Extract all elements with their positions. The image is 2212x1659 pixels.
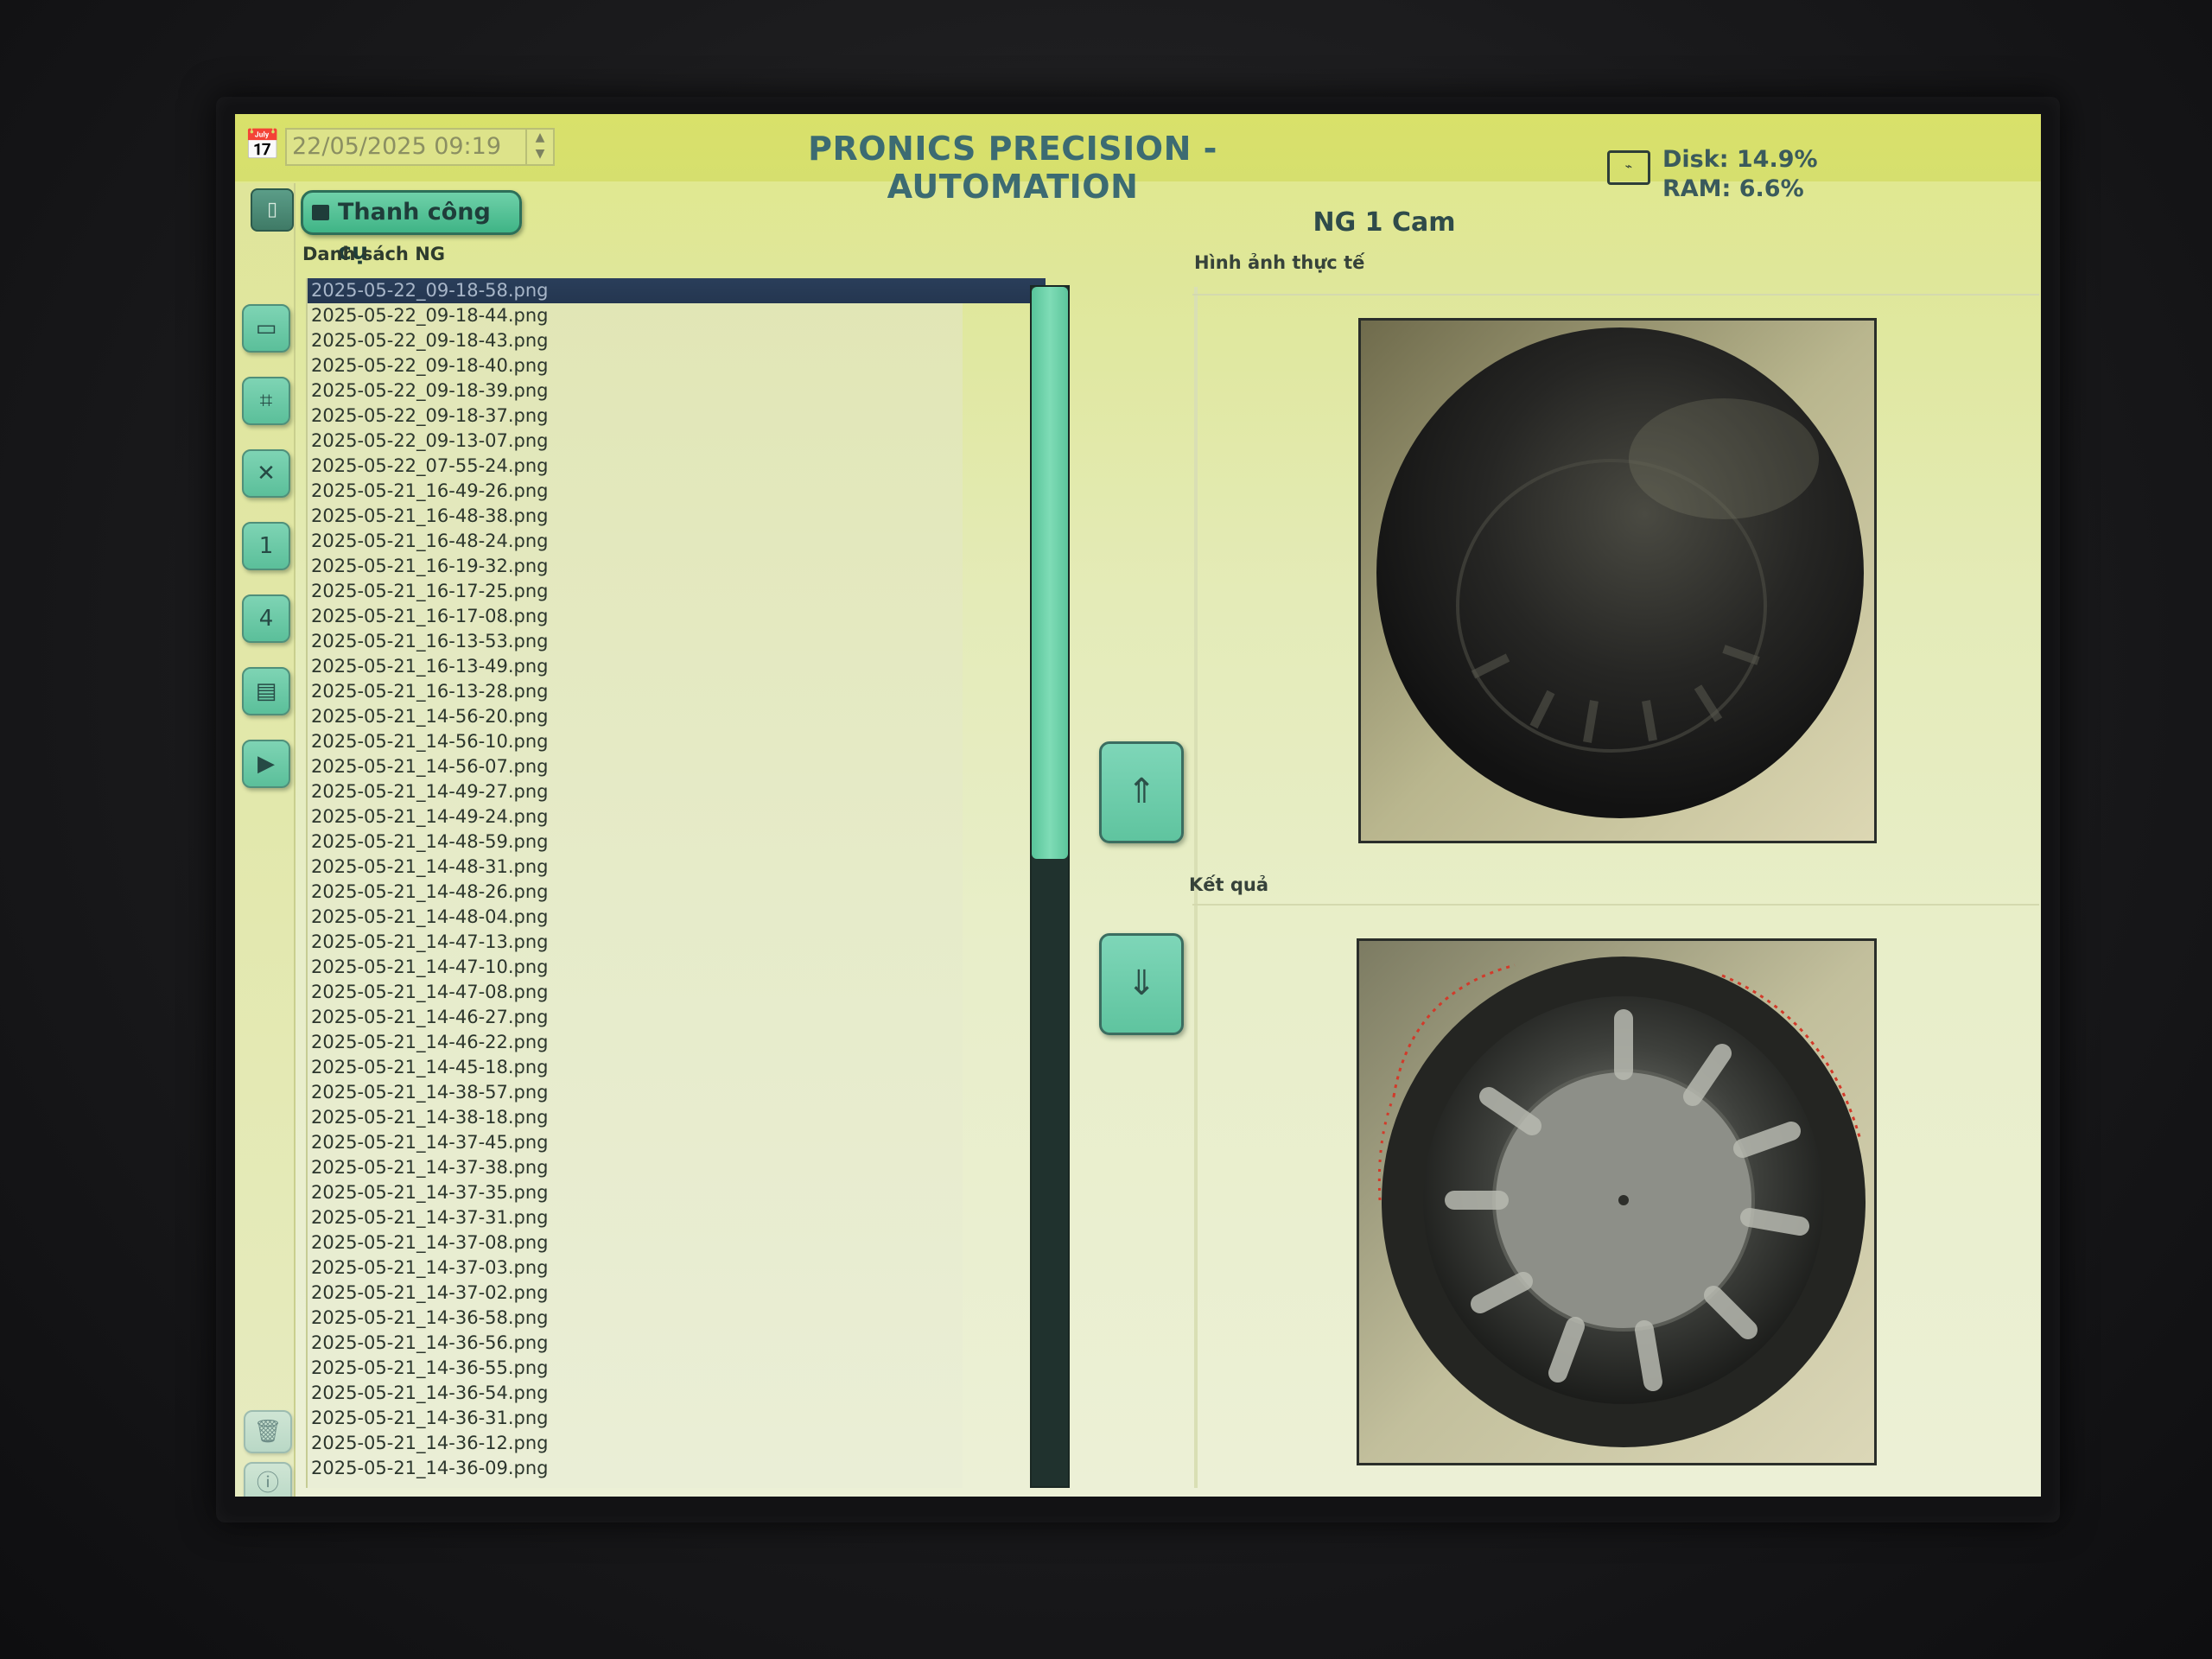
- camera-4-icon[interactable]: 4: [242, 594, 290, 643]
- list-item[interactable]: 2025-05-22_09-18-58.png: [308, 278, 1046, 303]
- list-item[interactable]: 2025-05-21_16-13-49.png: [308, 654, 963, 679]
- actual-part-photo: [1361, 321, 1874, 841]
- list-item[interactable]: 2025-05-21_14-48-59.png: [308, 830, 963, 855]
- list-item[interactable]: 2025-05-21_14-37-31.png: [308, 1205, 963, 1230]
- double-chevron-up-icon: ⇑: [1127, 772, 1156, 811]
- list-item[interactable]: 2025-05-21_16-49-26.png: [308, 479, 963, 504]
- left-icon-rail: ▭ ⌗ ✕ 1 4 ▤ ▶ 🗑 ⓘ ⇥: [235, 183, 296, 1497]
- list-item[interactable]: 2025-05-21_14-46-27.png: [308, 1005, 963, 1030]
- list-item[interactable]: 2025-05-21_16-48-24.png: [308, 529, 963, 554]
- divider: [1192, 294, 2039, 296]
- list-item[interactable]: 2025-05-21_14-37-45.png: [308, 1130, 963, 1155]
- double-chevron-down-icon: ⇓: [1127, 963, 1156, 1003]
- list-item[interactable]: 2025-05-21_14-38-57.png: [308, 1080, 963, 1105]
- scroll-up-button[interactable]: ⇑: [1099, 741, 1184, 843]
- list-item[interactable]: 2025-05-21_16-48-38.png: [308, 504, 963, 529]
- toolbar-button[interactable]: Thanh công cụ: [301, 190, 522, 265]
- list-item[interactable]: 2025-05-21_14-37-08.png: [308, 1230, 963, 1255]
- scrollbar-thumb[interactable]: [1032, 287, 1068, 859]
- list-item[interactable]: 2025-05-21_16-19-32.png: [308, 554, 963, 579]
- calendar-clock-icon: 📅: [244, 128, 282, 162]
- actual-image-label: Hình ảnh thực tế: [1194, 252, 1365, 273]
- result-image: [1357, 938, 1877, 1465]
- list-item[interactable]: 2025-05-22_09-13-07.png: [308, 429, 963, 454]
- calculator-icon[interactable]: ▤: [242, 667, 290, 715]
- monitor-stats-icon: ⌁: [1607, 150, 1650, 185]
- camera-1-icon[interactable]: 1: [242, 522, 290, 570]
- list-item[interactable]: 2025-05-21_14-37-38.png: [308, 1155, 963, 1180]
- trash-icon[interactable]: 🗑: [244, 1410, 292, 1453]
- header-bar: 📅 22/05/2025 09:19 ▲ ▼ PRONICS PRECISION …: [235, 114, 2041, 206]
- list-item[interactable]: 2025-05-21_14-36-12.png: [308, 1431, 963, 1456]
- list-label: Danh sách NG: [302, 244, 446, 264]
- result-part-photo: [1359, 941, 1874, 1463]
- list-item[interactable]: 2025-05-21_14-48-26.png: [308, 880, 963, 905]
- list-items: 2025-05-22_09-18-58.png 2025-05-22_09-18-…: [308, 278, 1046, 1481]
- result-label: Kết quả: [1189, 874, 1269, 895]
- list-item[interactable]: 2025-05-21_14-36-09.png: [308, 1456, 963, 1481]
- list-item[interactable]: 2025-05-21_16-13-53.png: [308, 629, 963, 654]
- playback-icon[interactable]: ▶: [242, 740, 290, 788]
- ng-file-list[interactable]: 2025-05-22_09-18-58.png 2025-05-22_09-18-…: [306, 278, 1046, 1488]
- list-item[interactable]: 2025-05-21_14-37-35.png: [308, 1180, 963, 1205]
- toolbar-toggle[interactable]: ▯: [251, 188, 294, 232]
- list-item[interactable]: 2025-05-21_14-36-58.png: [308, 1306, 963, 1331]
- list-item[interactable]: 2025-05-21_14-36-31.png: [308, 1406, 963, 1431]
- datetime-spinner[interactable]: ▲ ▼: [525, 130, 553, 164]
- scan-frame-icon[interactable]: ⌗: [242, 377, 290, 425]
- list-item[interactable]: 2025-05-21_14-45-18.png: [308, 1055, 963, 1080]
- hmi-screen: 📅 22/05/2025 09:19 ▲ ▼ PRONICS PRECISION …: [235, 114, 2041, 1497]
- list-item[interactable]: 2025-05-21_14-48-04.png: [308, 905, 963, 930]
- list-item[interactable]: 2025-05-21_14-49-24.png: [308, 804, 963, 830]
- list-item[interactable]: 2025-05-22_09-18-44.png: [308, 303, 963, 328]
- list-item[interactable]: 2025-05-21_14-37-02.png: [308, 1281, 963, 1306]
- monitor-icon[interactable]: ▭: [242, 304, 290, 353]
- list-item[interactable]: 2025-05-22_09-18-37.png: [308, 404, 963, 429]
- actual-image: [1358, 318, 1877, 843]
- datetime-value: 22/05/2025 09:19: [292, 133, 502, 160]
- list-item[interactable]: 2025-05-21_16-17-25.png: [308, 579, 963, 604]
- info-icon[interactable]: ⓘ: [244, 1462, 292, 1497]
- list-item[interactable]: 2025-05-22_09-18-40.png: [308, 353, 963, 378]
- disk-usage: Disk: 14.9%: [1662, 146, 1818, 173]
- list-item[interactable]: 2025-05-22_09-18-43.png: [308, 328, 963, 353]
- square-icon: [312, 205, 329, 220]
- list-item[interactable]: 2025-05-21_14-48-31.png: [308, 855, 963, 880]
- list-item[interactable]: 2025-05-21_16-17-08.png: [308, 604, 963, 629]
- list-item[interactable]: 2025-05-21_14-37-03.png: [308, 1255, 963, 1281]
- shrink-arrows-icon[interactable]: ✕: [242, 449, 290, 498]
- list-item[interactable]: 2025-05-21_14-36-55.png: [308, 1356, 963, 1381]
- list-item[interactable]: 2025-05-21_14-46-22.png: [308, 1030, 963, 1055]
- list-item[interactable]: 2025-05-21_14-47-10.png: [308, 955, 963, 980]
- list-item[interactable]: 2025-05-21_14-56-07.png: [308, 754, 963, 779]
- list-item[interactable]: 2025-05-21_14-56-20.png: [308, 704, 963, 729]
- scroll-down-button[interactable]: ⇓: [1099, 933, 1184, 1035]
- list-item[interactable]: 2025-05-21_14-38-18.png: [308, 1105, 963, 1130]
- list-item[interactable]: 2025-05-21_16-13-28.png: [308, 679, 963, 704]
- list-item[interactable]: 2025-05-22_09-18-39.png: [308, 378, 963, 404]
- view-title: NG 1 Cam: [1313, 207, 1456, 238]
- system-stats: Disk: 14.9% RAM: 6.6%: [1662, 145, 1818, 204]
- list-item[interactable]: 2025-05-21_14-49-27.png: [308, 779, 963, 804]
- list-item[interactable]: 2025-05-21_14-56-10.png: [308, 729, 963, 754]
- datetime-field[interactable]: 22/05/2025 09:19: [285, 128, 555, 166]
- ram-usage: RAM: 6.6%: [1662, 175, 1804, 202]
- list-item[interactable]: 2025-05-21_14-47-08.png: [308, 980, 963, 1005]
- list-item[interactable]: 2025-05-21_14-36-56.png: [308, 1331, 963, 1356]
- app-title: PRONICS PRECISION - AUTOMATION: [808, 130, 1217, 206]
- list-item[interactable]: 2025-05-21_14-47-13.png: [308, 930, 963, 955]
- list-item[interactable]: 2025-05-21_14-36-54.png: [308, 1381, 963, 1406]
- divider: [1192, 904, 2039, 906]
- list-item[interactable]: 2025-05-22_07-55-24.png: [308, 454, 963, 479]
